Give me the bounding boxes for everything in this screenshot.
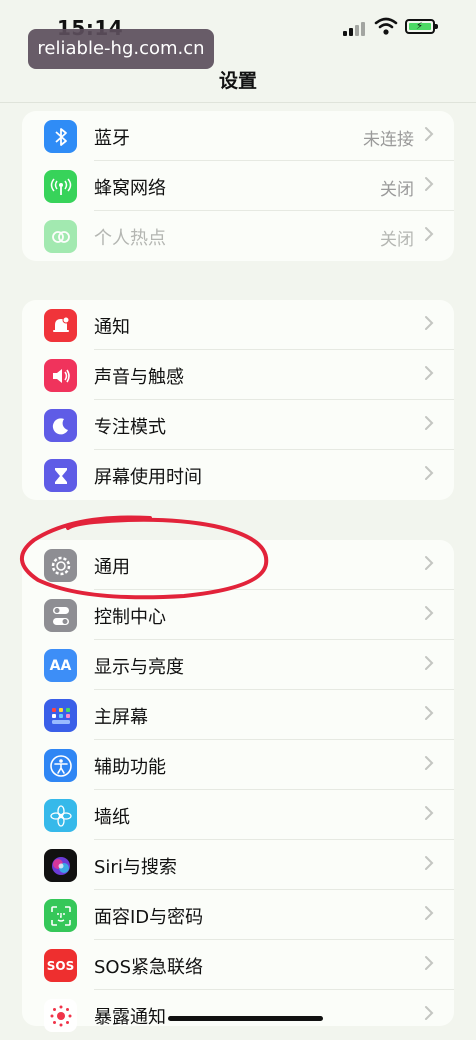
settings-row-bluetooth[interactable]: 蓝牙 未连接 bbox=[22, 111, 454, 161]
siri-icon bbox=[44, 849, 77, 882]
settings-row-sounds[interactable]: 声音与触感 bbox=[22, 350, 454, 400]
chevron-right-icon bbox=[425, 127, 434, 141]
cellular-signal-icon bbox=[343, 22, 367, 36]
chevron-right-icon bbox=[425, 416, 434, 430]
notifications-group: 通知 声音与触感 专注模式 屏幕使用时间 bbox=[22, 300, 454, 500]
row-value: 关闭 bbox=[380, 230, 414, 250]
wallpaper-flower-icon bbox=[44, 799, 77, 832]
battery-icon: ⚡ bbox=[405, 19, 438, 34]
settings-row-cellular[interactable]: 蜂窝网络 关闭 bbox=[22, 161, 454, 211]
chevron-right-icon bbox=[425, 706, 434, 720]
settings-row-exposure[interactable]: 暴露通知 bbox=[22, 990, 454, 1040]
row-label: SOS紧急联络 bbox=[94, 957, 204, 978]
page-title: 设置 bbox=[218, 70, 257, 92]
speaker-icon bbox=[44, 359, 77, 392]
row-label: 蓝牙 bbox=[94, 128, 130, 149]
home-indicator[interactable] bbox=[168, 1016, 323, 1021]
chevron-right-icon bbox=[425, 177, 434, 191]
row-label: 通知 bbox=[94, 317, 130, 338]
chevron-right-icon bbox=[425, 556, 434, 570]
row-label: 主屏幕 bbox=[94, 707, 148, 728]
chevron-right-icon bbox=[425, 756, 434, 770]
notification-bell-icon bbox=[44, 309, 77, 342]
settings-row-siri[interactable]: Siri与搜索 bbox=[22, 840, 454, 890]
text-size-icon: AA bbox=[44, 649, 77, 682]
settings-row-wallpaper[interactable]: 墙纸 bbox=[22, 790, 454, 840]
chevron-right-icon bbox=[425, 906, 434, 920]
chevron-right-icon bbox=[425, 366, 434, 380]
hourglass-icon bbox=[44, 459, 77, 492]
nav-divider bbox=[0, 102, 476, 103]
settings-row-display[interactable]: AA 显示与亮度 bbox=[22, 640, 454, 690]
moon-icon bbox=[44, 409, 77, 442]
watermark: reliable-hg.com.cn bbox=[28, 29, 214, 69]
connectivity-group: 蓝牙 未连接 蜂窝网络 关闭 个人热点 关闭 bbox=[22, 111, 454, 261]
row-label: 控制中心 bbox=[94, 607, 166, 628]
row-label: 通用 bbox=[94, 557, 130, 578]
settings-row-hotspot[interactable]: 个人热点 关闭 bbox=[22, 211, 454, 261]
row-label: 辅助功能 bbox=[94, 757, 166, 778]
settings-row-accessibility[interactable]: 辅助功能 bbox=[22, 740, 454, 790]
chevron-right-icon bbox=[425, 316, 434, 330]
sos-icon: SOS bbox=[44, 949, 77, 982]
settings-row-notifications[interactable]: 通知 bbox=[22, 300, 454, 350]
row-label: 个人热点 bbox=[94, 228, 166, 249]
row-label: 面容ID与密码 bbox=[94, 907, 204, 928]
cellular-icon bbox=[44, 170, 77, 203]
settings-row-focus[interactable]: 专注模式 bbox=[22, 400, 454, 450]
wifi-icon bbox=[374, 16, 398, 36]
row-value: 关闭 bbox=[380, 180, 414, 200]
chevron-right-icon bbox=[425, 656, 434, 670]
toggles-icon bbox=[44, 599, 77, 632]
chevron-right-icon bbox=[425, 466, 434, 480]
chevron-right-icon bbox=[425, 806, 434, 820]
gear-icon bbox=[44, 549, 77, 582]
chevron-right-icon bbox=[425, 606, 434, 620]
settings-row-screen-time[interactable]: 屏幕使用时间 bbox=[22, 450, 454, 500]
face-id-icon bbox=[44, 899, 77, 932]
settings-row-control-center[interactable]: 控制中心 bbox=[22, 590, 454, 640]
hotspot-icon bbox=[44, 220, 77, 253]
row-label: 屏幕使用时间 bbox=[94, 467, 202, 488]
accessibility-icon bbox=[44, 749, 77, 782]
chevron-right-icon bbox=[425, 956, 434, 970]
exposure-icon bbox=[44, 999, 77, 1032]
bluetooth-icon bbox=[44, 120, 77, 153]
settings-row-sos[interactable]: SOS SOS紧急联络 bbox=[22, 940, 454, 990]
row-label: 暴露通知 bbox=[94, 1007, 166, 1028]
row-label: 专注模式 bbox=[94, 417, 166, 438]
row-label: 蜂窝网络 bbox=[94, 178, 166, 199]
general-group: 通用 控制中心 AA 显示与亮度 主屏幕 辅助功能 墙纸 Siri与搜索 面容I… bbox=[22, 540, 454, 1032]
row-label: 显示与亮度 bbox=[94, 657, 184, 678]
row-label: Siri与搜索 bbox=[94, 857, 177, 878]
settings-row-face-id[interactable]: 面容ID与密码 bbox=[22, 890, 454, 940]
chevron-right-icon bbox=[425, 856, 434, 870]
settings-row-home-screen[interactable]: 主屏幕 bbox=[22, 690, 454, 740]
chevron-right-icon bbox=[425, 227, 434, 241]
row-value: 未连接 bbox=[363, 130, 414, 150]
row-label: 声音与触感 bbox=[94, 367, 184, 388]
row-label: 墙纸 bbox=[94, 807, 130, 828]
settings-row-general[interactable]: 通用 bbox=[22, 540, 454, 590]
app-grid-icon bbox=[44, 699, 77, 732]
chevron-right-icon bbox=[425, 1006, 434, 1020]
